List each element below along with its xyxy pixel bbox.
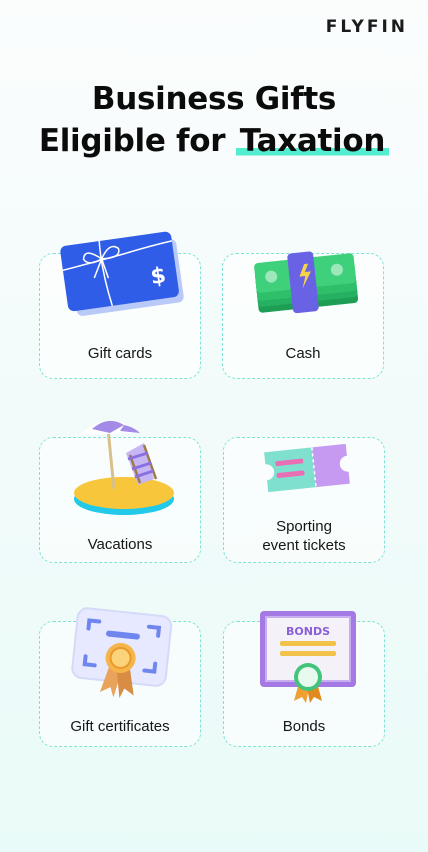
title-line-2-prefix: Eligible for [38, 123, 226, 159]
gift-card-icon: $ [60, 231, 184, 316]
card-label-line-2: event tickets [262, 537, 346, 554]
flyfin-logo: FLYFIN [325, 17, 408, 37]
cash-stack-icon [254, 251, 359, 314]
beach-chair-icon [74, 420, 174, 515]
title-highlight: Taxation [235, 123, 390, 159]
ticket-icon [264, 443, 350, 493]
card-label: Cash [285, 345, 321, 362]
bonds-badge-text: BONDS [286, 625, 330, 638]
card-label: Vacations [87, 536, 153, 553]
card-label-line-1: Sporting [276, 518, 332, 535]
title-line-2: Eligible for Taxation [0, 120, 428, 162]
card-label: Bonds [282, 718, 326, 735]
bonds-certificate-icon: BONDS [260, 611, 356, 703]
card-label: Gift certificates [70, 718, 170, 735]
page-title: Business Gifts Eligible for Taxation [0, 78, 428, 162]
card-label: Gift cards [87, 345, 153, 362]
certificate-icon [71, 607, 173, 699]
title-line-1: Business Gifts [91, 81, 337, 117]
card-label: Sporting event tickets [224, 517, 384, 555]
